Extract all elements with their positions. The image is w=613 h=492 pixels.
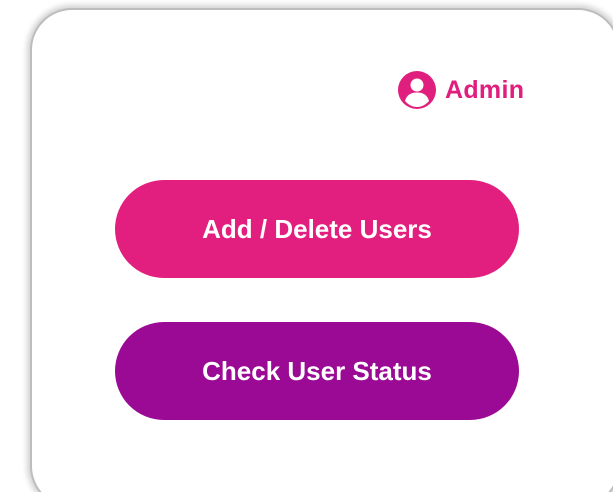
user-circle-icon (397, 70, 437, 110)
app-canvas: Admin Add / Delete Users Check User Stat… (0, 0, 613, 492)
check-user-status-button[interactable]: Check User Status (115, 322, 519, 420)
add-delete-users-button[interactable]: Add / Delete Users (115, 180, 519, 278)
user-name-label: Admin (445, 75, 525, 104)
user-profile[interactable]: Admin (397, 68, 524, 112)
